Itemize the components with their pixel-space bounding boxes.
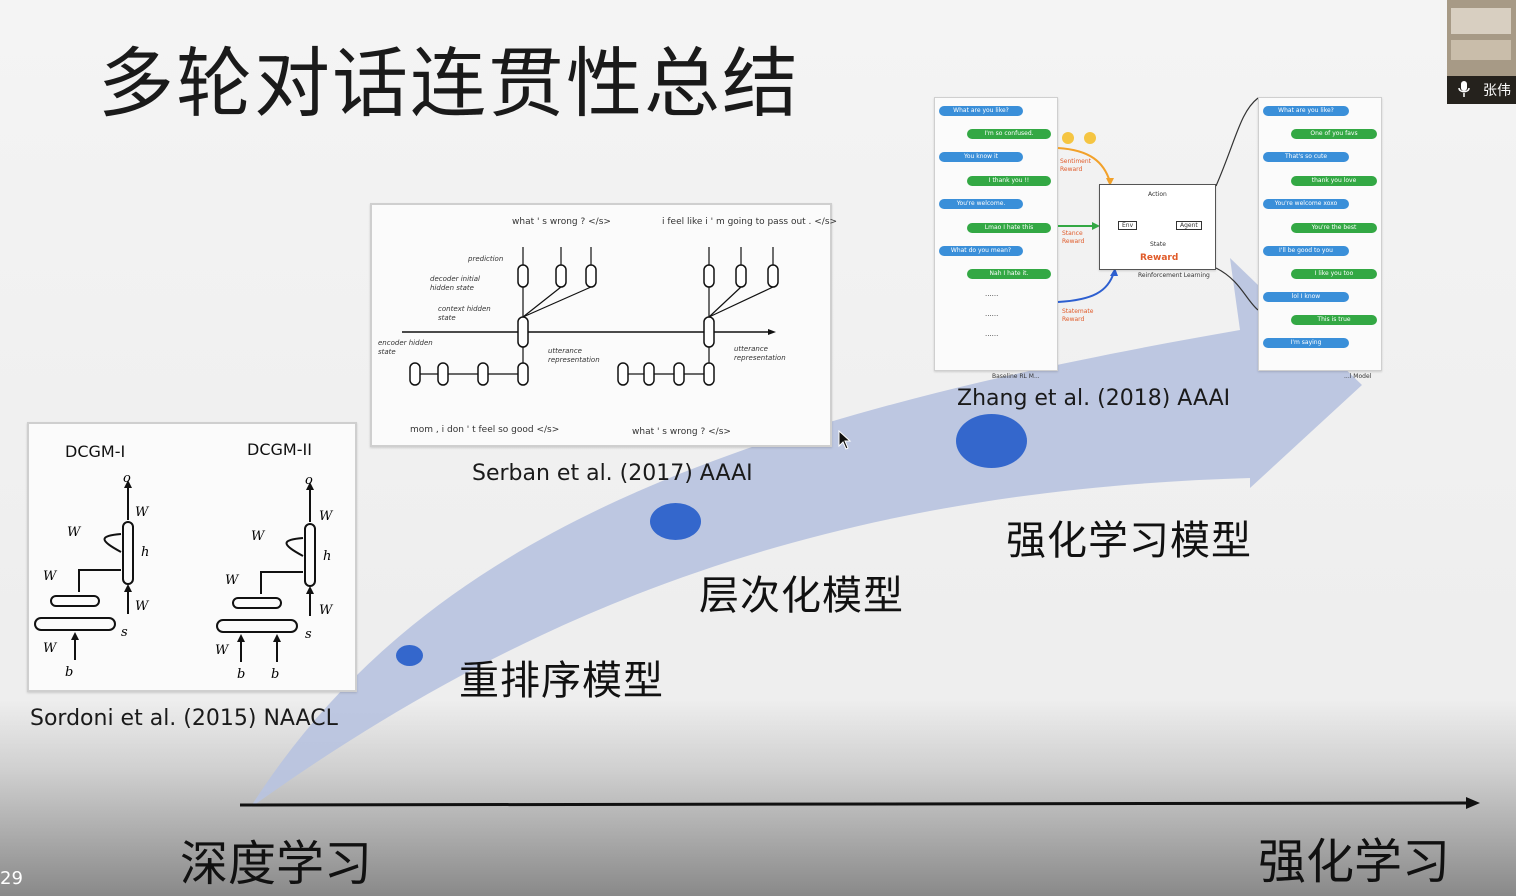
svg-text:W: W bbox=[43, 569, 58, 584]
stage-label-rl: 强化学习模型 bbox=[1006, 518, 1252, 564]
rl-box-caption: Reinforcement Learning bbox=[1138, 272, 1210, 279]
dcgm-diagram: o W W h W W s W b o W W h W W s W b b bbox=[34, 471, 334, 682]
svg-text:W: W bbox=[251, 529, 266, 544]
reward-statemate: Statemate Reward bbox=[1062, 308, 1094, 323]
stage-dot-reranking bbox=[396, 645, 423, 666]
dialog-ellipsis: ...... bbox=[985, 330, 999, 338]
microphone-icon bbox=[1458, 81, 1470, 97]
dialog-bubble: You're the best bbox=[1291, 223, 1377, 233]
mouse-cursor-icon bbox=[838, 430, 852, 450]
axis-end-label: 强化学习 bbox=[1258, 834, 1451, 890]
svg-text:W: W bbox=[225, 573, 240, 588]
citation-serban: Serban et al. (2017) AAAI bbox=[472, 461, 753, 486]
hred-figure: what ' s wrong ? </s> i feel like i ' m … bbox=[370, 203, 837, 447]
dialog-bubble: I'll be good to you bbox=[1263, 246, 1349, 256]
reward-sentiment: Sentiment Reward bbox=[1060, 158, 1092, 173]
svg-text:W: W bbox=[43, 641, 58, 656]
stage-dot-hierarchical bbox=[650, 503, 701, 540]
svg-text:b: b bbox=[237, 667, 245, 682]
svg-text:o: o bbox=[305, 473, 313, 488]
dialog-bubble: This is true bbox=[1291, 315, 1377, 325]
dialog-bubble: Lmao I hate this bbox=[967, 223, 1051, 233]
dialog-bubble: You're welcome. bbox=[939, 199, 1023, 209]
svg-text:W: W bbox=[319, 509, 334, 524]
video-background bbox=[1451, 40, 1511, 60]
rl-right-caption: ...l Model bbox=[1344, 373, 1372, 380]
rl-state-label: State bbox=[1150, 241, 1166, 248]
dialog-bubble: thank you love bbox=[1291, 176, 1377, 186]
dialog-ellipsis: ...... bbox=[985, 310, 999, 318]
dialog-bubble: I'm so confused. bbox=[967, 129, 1051, 139]
axis-arrowhead bbox=[1466, 797, 1480, 809]
svg-text:o: o bbox=[123, 471, 131, 486]
rl-box: Action Env Agent State Reward bbox=[1099, 184, 1216, 270]
stage-dot-rl bbox=[956, 414, 1027, 468]
svg-text:s: s bbox=[121, 625, 128, 640]
rl-action-label: Action bbox=[1148, 191, 1167, 198]
svg-text:W: W bbox=[215, 643, 230, 658]
citation-sordoni: Sordoni et al. (2015) NAACL bbox=[30, 706, 338, 731]
svg-text:W: W bbox=[67, 525, 82, 540]
stage-label-hierarchical: 层次化模型 bbox=[699, 573, 904, 619]
corner-counter: 29 bbox=[0, 868, 23, 889]
axis-line bbox=[239, 801, 1469, 807]
rl-left-caption: Baseline RL M... bbox=[992, 373, 1040, 380]
rl-env-label: Env bbox=[1118, 221, 1138, 230]
dialog-bubble: You know it bbox=[939, 152, 1023, 162]
hred-diagram bbox=[402, 247, 779, 386]
slide-canvas: 多轮对话连贯性总结 DCGM-I DCGM-II o W W h W W s W… bbox=[0, 0, 1516, 896]
svg-text:h: h bbox=[141, 545, 149, 560]
rl-figure-right-dialog: What are you like? One of you favs That'… bbox=[1258, 97, 1382, 371]
participant-video-thumbnail[interactable]: 张伟 bbox=[1447, 0, 1516, 104]
stage-label-reranking: 重排序模型 bbox=[459, 658, 664, 704]
dialog-bubble: What do you mean? bbox=[939, 246, 1023, 256]
svg-text:b: b bbox=[65, 665, 73, 680]
dialog-bubble: I like you too bbox=[1291, 269, 1377, 279]
dialog-bubble: What are you like? bbox=[1263, 106, 1349, 116]
dialog-ellipsis: ...... bbox=[985, 290, 999, 298]
dialog-bubble: That's so cute bbox=[1263, 152, 1349, 162]
dialog-bubble: lol I know bbox=[1263, 292, 1349, 302]
reward-stance: Stance Reward bbox=[1062, 230, 1085, 245]
rl-agent-label: Agent bbox=[1176, 221, 1202, 230]
dialog-bubble: You're welcome xoxo bbox=[1263, 199, 1349, 209]
svg-text:b: b bbox=[271, 667, 279, 682]
rl-figure-left-dialog: What are you like? I'm so confused. You … bbox=[934, 97, 1058, 371]
svg-text:s: s bbox=[305, 627, 312, 642]
slide-title: 多轮对话连贯性总结 bbox=[98, 39, 800, 128]
svg-text:W: W bbox=[319, 603, 334, 618]
rl-reward-label: Reward bbox=[1140, 253, 1179, 263]
participant-name: 张伟 bbox=[1483, 83, 1511, 99]
dialog-bubble: What are you like? bbox=[939, 106, 1023, 116]
dialog-bubble: Nah I hate it. bbox=[967, 269, 1051, 279]
svg-text:W: W bbox=[135, 599, 150, 614]
svg-text:W: W bbox=[135, 505, 150, 520]
citation-zhang: Zhang et al. (2018) AAAI bbox=[957, 386, 1231, 411]
dialog-bubble: I'm saying bbox=[1263, 338, 1349, 348]
video-background bbox=[1451, 8, 1511, 34]
svg-text:h: h bbox=[323, 549, 331, 564]
axis-start-label: 深度学习 bbox=[180, 836, 373, 892]
dialog-bubble: One of you favs bbox=[1291, 129, 1377, 139]
dcgm-figure: DCGM-I DCGM-II o W W h W W s W b o W W h… bbox=[27, 422, 357, 692]
dialog-bubble: I thank you !! bbox=[967, 176, 1051, 186]
